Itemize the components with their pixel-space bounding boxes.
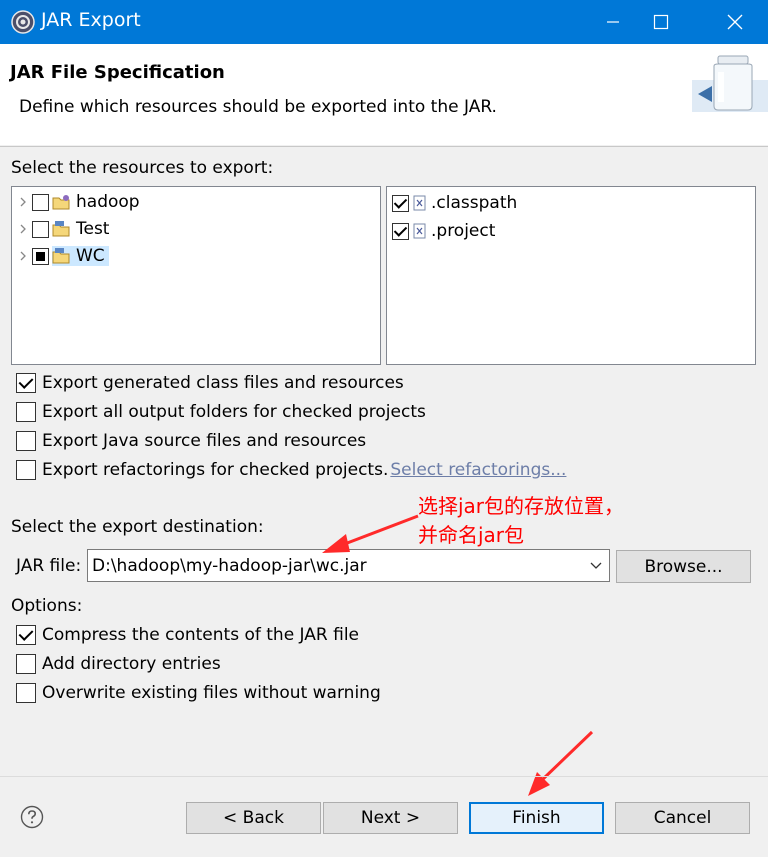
- select-refactorings-link[interactable]: Select refactorings...: [390, 460, 566, 480]
- checkbox[interactable]: [16, 460, 36, 480]
- annotation-arrow: [528, 730, 594, 796]
- checkbox[interactable]: [16, 683, 36, 703]
- jar-icon: [692, 55, 768, 112]
- chevron-right-icon[interactable]: [14, 224, 32, 234]
- xml-file-icon: [413, 195, 426, 211]
- xml-file-icon: [413, 223, 426, 239]
- checkbox[interactable]: [16, 431, 36, 451]
- wizard-header: [0, 44, 768, 145]
- options-label: Options:: [11, 596, 83, 616]
- option-label: Compress the contents of the JAR file: [42, 625, 360, 645]
- tree-item-hadoop[interactable]: hadoop: [14, 189, 140, 215]
- next-button[interactable]: Next >: [323, 802, 458, 834]
- tree-item-wc[interactable]: WC: [14, 243, 109, 269]
- resources-label: Select the resources to export:: [11, 158, 274, 178]
- chevron-right-icon[interactable]: [14, 251, 32, 261]
- file-item-project[interactable]: .project: [392, 218, 495, 244]
- file-item-label: .project: [431, 221, 496, 241]
- minimize-button[interactable]: [590, 0, 636, 44]
- page-description: Define which resources should be exporte…: [19, 97, 497, 117]
- option-label: Export Java source files and resources: [42, 431, 367, 451]
- header-separator: [0, 146, 768, 147]
- option-export-java-source[interactable]: Export Java source files and resources: [16, 430, 366, 452]
- checkbox[interactable]: [16, 402, 36, 422]
- project-tree[interactable]: hadoop Test WC: [11, 186, 381, 365]
- maximize-icon: [653, 14, 669, 30]
- help-icon[interactable]: [20, 805, 44, 829]
- option-label: Export refactorings for checked projects…: [42, 460, 389, 480]
- option-overwrite[interactable]: Overwrite existing files without warning: [16, 682, 381, 704]
- option-label: Export all output folders for checked pr…: [42, 402, 426, 422]
- tree-item-test[interactable]: Test: [14, 216, 109, 242]
- checkbox[interactable]: [32, 193, 49, 211]
- option-directory-entries[interactable]: Add directory entries: [16, 653, 221, 675]
- annotation-line: 并命名jar包: [418, 523, 525, 547]
- jar-file-label: JAR file:: [16, 556, 82, 576]
- annotation-text: 选择jar包的存放位置， 并命名jar包: [418, 492, 624, 550]
- option-export-output-folders[interactable]: Export all output folders for checked pr…: [16, 401, 426, 423]
- chevron-down-icon[interactable]: [583, 562, 609, 570]
- close-button[interactable]: [712, 0, 758, 44]
- checkbox[interactable]: [16, 625, 36, 645]
- checkbox[interactable]: [32, 220, 49, 238]
- option-label: Export generated class files and resourc…: [42, 373, 404, 393]
- project-folder-icon: [52, 248, 70, 264]
- page-title: JAR File Specification: [10, 62, 225, 83]
- checkbox[interactable]: [392, 194, 409, 212]
- option-compress[interactable]: Compress the contents of the JAR file: [16, 624, 359, 646]
- project-folder-icon: [52, 221, 70, 237]
- gear-icon[interactable]: [10, 9, 36, 35]
- footer-separator: [0, 776, 768, 777]
- project-folder-icon: [52, 195, 70, 210]
- close-icon: [727, 14, 743, 30]
- checkbox[interactable]: [392, 222, 409, 240]
- jar-file-input[interactable]: D:\hadoop\my-hadoop-jar\wc.jar: [88, 556, 583, 576]
- option-export-class-files[interactable]: Export generated class files and resourc…: [16, 372, 404, 394]
- back-button[interactable]: < Back: [186, 802, 321, 834]
- destination-label: Select the export destination:: [11, 517, 264, 537]
- tree-item-label: Test: [76, 219, 110, 239]
- checkbox[interactable]: [16, 373, 36, 393]
- cancel-button[interactable]: Cancel: [615, 802, 750, 834]
- file-list[interactable]: .classpath .project: [386, 186, 756, 365]
- jar-file-combo[interactable]: D:\hadoop\my-hadoop-jar\wc.jar: [87, 549, 610, 582]
- window-title: JAR Export: [41, 9, 141, 31]
- option-label: Add directory entries: [42, 654, 221, 674]
- file-item-label: .classpath: [431, 193, 518, 213]
- tree-item-label: WC: [76, 246, 105, 266]
- option-export-refactorings[interactable]: Export refactorings for checked projects…: [16, 459, 566, 481]
- checkbox[interactable]: [16, 654, 36, 674]
- tree-item-selection: WC: [52, 246, 109, 266]
- file-item-classpath[interactable]: .classpath: [392, 190, 517, 216]
- annotation-line: 选择jar包的存放位置，: [418, 494, 625, 518]
- checkbox[interactable]: [32, 247, 49, 265]
- tree-item-label: hadoop: [76, 192, 140, 212]
- chevron-right-icon[interactable]: [14, 197, 32, 207]
- finish-button[interactable]: Finish: [469, 802, 604, 834]
- browse-button[interactable]: Browse...: [616, 550, 751, 583]
- minimize-icon: [607, 21, 619, 23]
- maximize-button[interactable]: [638, 0, 684, 44]
- option-label: Overwrite existing files without warning: [42, 683, 381, 703]
- annotation-arrow: [322, 514, 419, 553]
